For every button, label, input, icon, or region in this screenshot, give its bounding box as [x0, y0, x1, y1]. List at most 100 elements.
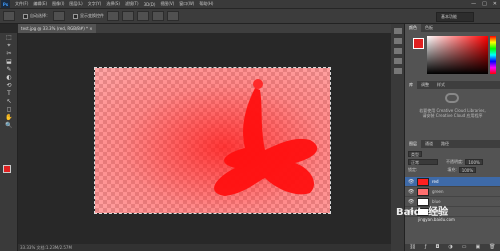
menu-view[interactable]: 视图(V) — [160, 1, 174, 7]
brush-tool-icon[interactable]: ✎ — [3, 66, 15, 73]
history-brush-icon[interactable]: ⟲ — [3, 82, 15, 89]
menu-window[interactable]: 窗口(W) — [179, 1, 194, 7]
type-tool-icon[interactable]: T — [3, 90, 15, 97]
window-controls: — □ ✕ — [471, 1, 497, 7]
menu-file[interactable]: 文件(F) — [15, 1, 28, 7]
layer-row[interactable]: 👁 green — [405, 187, 500, 197]
status-bar: 33.33% 文档:1.23M/2.57M — [18, 244, 391, 251]
lock-label: 锁定: — [408, 166, 418, 172]
layer-filter-row: 类型 — [405, 150, 500, 157]
hand-tool-icon[interactable]: ✋ — [3, 114, 15, 121]
layers-panel: 图层 通道 路径 类型 正常 不透明度: 100% 锁定: 填充: 100% 👁… — [405, 140, 500, 251]
eye-icon[interactable]: 👁 — [408, 189, 414, 194]
path-select-tool-icon[interactable]: ↖ — [3, 98, 15, 105]
layers-panel-tabs: 图层 通道 路径 — [405, 140, 500, 148]
trash-icon[interactable]: 🗑 — [489, 244, 495, 251]
distribute-icon[interactable] — [152, 11, 164, 21]
menu-select[interactable]: 选择(S) — [106, 1, 120, 7]
marquee-tool-icon[interactable]: ⬚ — [3, 34, 15, 41]
new-layer-icon[interactable]: ▣ — [475, 244, 480, 251]
crop-tool-icon[interactable]: ✂ — [3, 50, 15, 57]
opacity-input[interactable]: 100% — [465, 158, 483, 165]
maximize-button[interactable]: □ — [482, 1, 487, 7]
minimize-button[interactable]: — — [471, 1, 476, 7]
photoshop-logo: Ps — [1, 0, 10, 8]
color-panel: 颜色 色板 — [405, 24, 500, 80]
layer-row[interactable]: 👁 red — [405, 177, 500, 187]
link-icon[interactable]: ⛓ — [409, 244, 415, 251]
dodge-tool-icon[interactable]: ◐ — [3, 74, 15, 81]
libraries-panel: 库 调整 样式 若要使用 Creative Cloud Libraries, 请… — [405, 81, 500, 139]
auto-select-label: 自动选择： — [30, 13, 50, 18]
tab-paths[interactable]: 路径 — [437, 140, 453, 148]
libraries-message-line2: 请安装 Creative Cloud 应用程序 — [422, 113, 483, 118]
mask-icon[interactable]: ◘ — [436, 244, 440, 251]
flower-shape — [214, 79, 318, 196]
selection-tool-icon[interactable]: ⬓ — [3, 58, 15, 65]
auto-select-target-dropdown[interactable] — [53, 11, 65, 21]
tab-color[interactable]: 颜色 — [405, 24, 421, 32]
history-panel-icon[interactable] — [394, 28, 402, 34]
layer-name: green — [432, 189, 444, 194]
baidu-watermark-url: jingyan.baidu.com — [418, 217, 455, 222]
menu-image[interactable]: 图像(I) — [52, 1, 64, 7]
tab-adjustments[interactable]: 调整 — [417, 81, 433, 89]
menu-layer[interactable]: 图层(L) — [69, 1, 82, 7]
align-middle-icon[interactable] — [122, 11, 134, 21]
show-transform-label: 显示变换控件 — [80, 13, 104, 18]
layers-footer: ⛓ ƒ ◘ ◑ ▭ ▣ 🗑 — [405, 244, 500, 251]
paragraph-panel-icon[interactable] — [394, 68, 402, 74]
eye-icon[interactable]: 👁 — [408, 179, 414, 184]
blend-row: 正常 不透明度: 100% — [405, 158, 500, 165]
show-transform-checkbox[interactable] — [73, 13, 78, 19]
layer-name: red — [432, 179, 439, 184]
auto-select-checkbox[interactable] — [23, 13, 28, 19]
kind-filter-dropdown[interactable]: 类型 — [408, 150, 422, 157]
shape-tool-icon[interactable]: ◻ — [3, 106, 15, 113]
fill-input[interactable]: 100% — [458, 166, 477, 173]
document-tab[interactable]: test.jpg @ 33.3% (red, RGB/8#) * × — [18, 24, 96, 33]
document-tab-bar: test.jpg @ 33.3% (red, RGB/8#) * × — [18, 24, 391, 33]
baidu-watermark: Baidu经验 — [396, 207, 449, 218]
layer-thumbnail — [417, 187, 429, 196]
align-top-icon[interactable] — [107, 11, 119, 21]
menu-filter[interactable]: 滤镜(T) — [125, 1, 139, 7]
creative-cloud-icon — [445, 93, 459, 103]
document-canvas[interactable] — [94, 67, 331, 214]
opacity-label: 不透明度: — [446, 158, 464, 164]
close-button[interactable]: ✕ — [493, 1, 497, 7]
foreground-color-chip[interactable] — [413, 38, 424, 49]
libraries-panel-tabs: 库 调整 样式 — [405, 81, 500, 89]
fx-icon[interactable]: ƒ — [425, 244, 427, 251]
blend-mode-dropdown[interactable]: 正常 — [408, 158, 438, 165]
menu-type[interactable]: 文字(Y) — [88, 1, 102, 7]
zoom-tool-icon[interactable]: 🔍 — [3, 122, 15, 129]
color-panel-tabs: 颜色 色板 — [405, 24, 500, 32]
options-bar: 自动选择： 显示变换控件 基本功能 — [0, 9, 500, 24]
tab-styles[interactable]: 样式 — [433, 81, 449, 89]
tab-layers[interactable]: 图层 — [405, 140, 421, 148]
tools-panel: ⬚ ⌖ ✂ ⬓ ✎ ◐ ⟲ T ↖ ◻ ✋ 🔍 — [0, 33, 18, 251]
foreground-color-swatch[interactable] — [3, 165, 11, 173]
properties-panel-icon[interactable] — [394, 38, 402, 44]
menu-help[interactable]: 帮助(H) — [199, 1, 213, 7]
folder-icon[interactable]: ▭ — [462, 244, 467, 251]
workspace-switcher[interactable]: 基本功能 — [436, 12, 474, 22]
adjust-icon[interactable]: ◑ — [448, 244, 452, 251]
move-tool-preset-button[interactable] — [3, 11, 15, 21]
fill-label: 填充: — [447, 166, 457, 172]
color-picker-field[interactable] — [427, 36, 488, 74]
character-panel-icon[interactable] — [394, 58, 402, 64]
lock-row: 锁定: 填充: 100% — [405, 166, 500, 173]
hue-slider[interactable] — [490, 36, 496, 74]
move-tool-icon[interactable]: ⌖ — [3, 42, 15, 49]
menu-edit[interactable]: 编辑(E) — [33, 1, 47, 7]
3d-mode-icon[interactable] — [167, 11, 179, 21]
tab-swatches[interactable]: 色板 — [421, 24, 437, 32]
tab-channels[interactable]: 通道 — [421, 140, 437, 148]
info-panel-icon[interactable] — [394, 48, 402, 54]
tab-libraries[interactable]: 库 — [405, 81, 417, 89]
align-bottom-icon[interactable] — [137, 11, 149, 21]
menu-3d[interactable]: 3D(D) — [144, 2, 156, 7]
menu-bar: Ps 文件(F) 编辑(E) 图像(I) 图层(L) 文字(Y) 选择(S) 滤… — [0, 0, 500, 9]
